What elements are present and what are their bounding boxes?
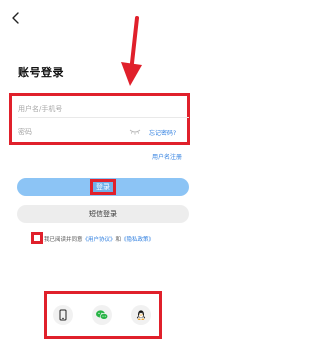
eye-closed-icon[interactable] — [129, 127, 141, 136]
wechat-login-button[interactable] — [92, 305, 112, 325]
sms-login-button[interactable]: 短信登录 — [17, 205, 189, 223]
username-input[interactable] — [18, 101, 178, 117]
login-button-label: 登录 — [90, 179, 116, 195]
phone-login-button[interactable] — [53, 305, 73, 325]
qq-login-button[interactable] — [131, 305, 151, 325]
phone-icon — [59, 309, 67, 321]
forgot-password-link[interactable]: 忘记密码? — [149, 128, 176, 137]
privacy-policy-link[interactable]: 《隐私政策》 — [121, 237, 154, 243]
agreement-checkbox[interactable] — [31, 232, 43, 244]
agreement-text: 我已阅读并同意《用户协议》和《隐私政策》 — [44, 235, 154, 243]
qq-icon — [136, 310, 146, 320]
password-row: 忘记密码? — [18, 124, 189, 140]
user-agreement-link[interactable]: 《用户协议》 — [83, 237, 116, 243]
chevron-left-icon — [12, 12, 19, 24]
password-input[interactable] — [18, 124, 113, 140]
login-screen: 账号登录 忘记密码? 用户名注册 登录 短信登录 我已阅读并同意《用户协议》和《… — [0, 0, 205, 353]
agreement-prefix: 我已阅读并同意 — [44, 237, 83, 243]
wechat-icon — [96, 310, 109, 320]
annotation-arrow — [121, 16, 142, 86]
register-link[interactable]: 用户名注册 — [152, 152, 182, 161]
back-button[interactable] — [9, 10, 23, 24]
page-title: 账号登录 — [18, 66, 64, 79]
username-row — [18, 101, 189, 118]
login-button[interactable]: 登录 — [17, 178, 189, 196]
